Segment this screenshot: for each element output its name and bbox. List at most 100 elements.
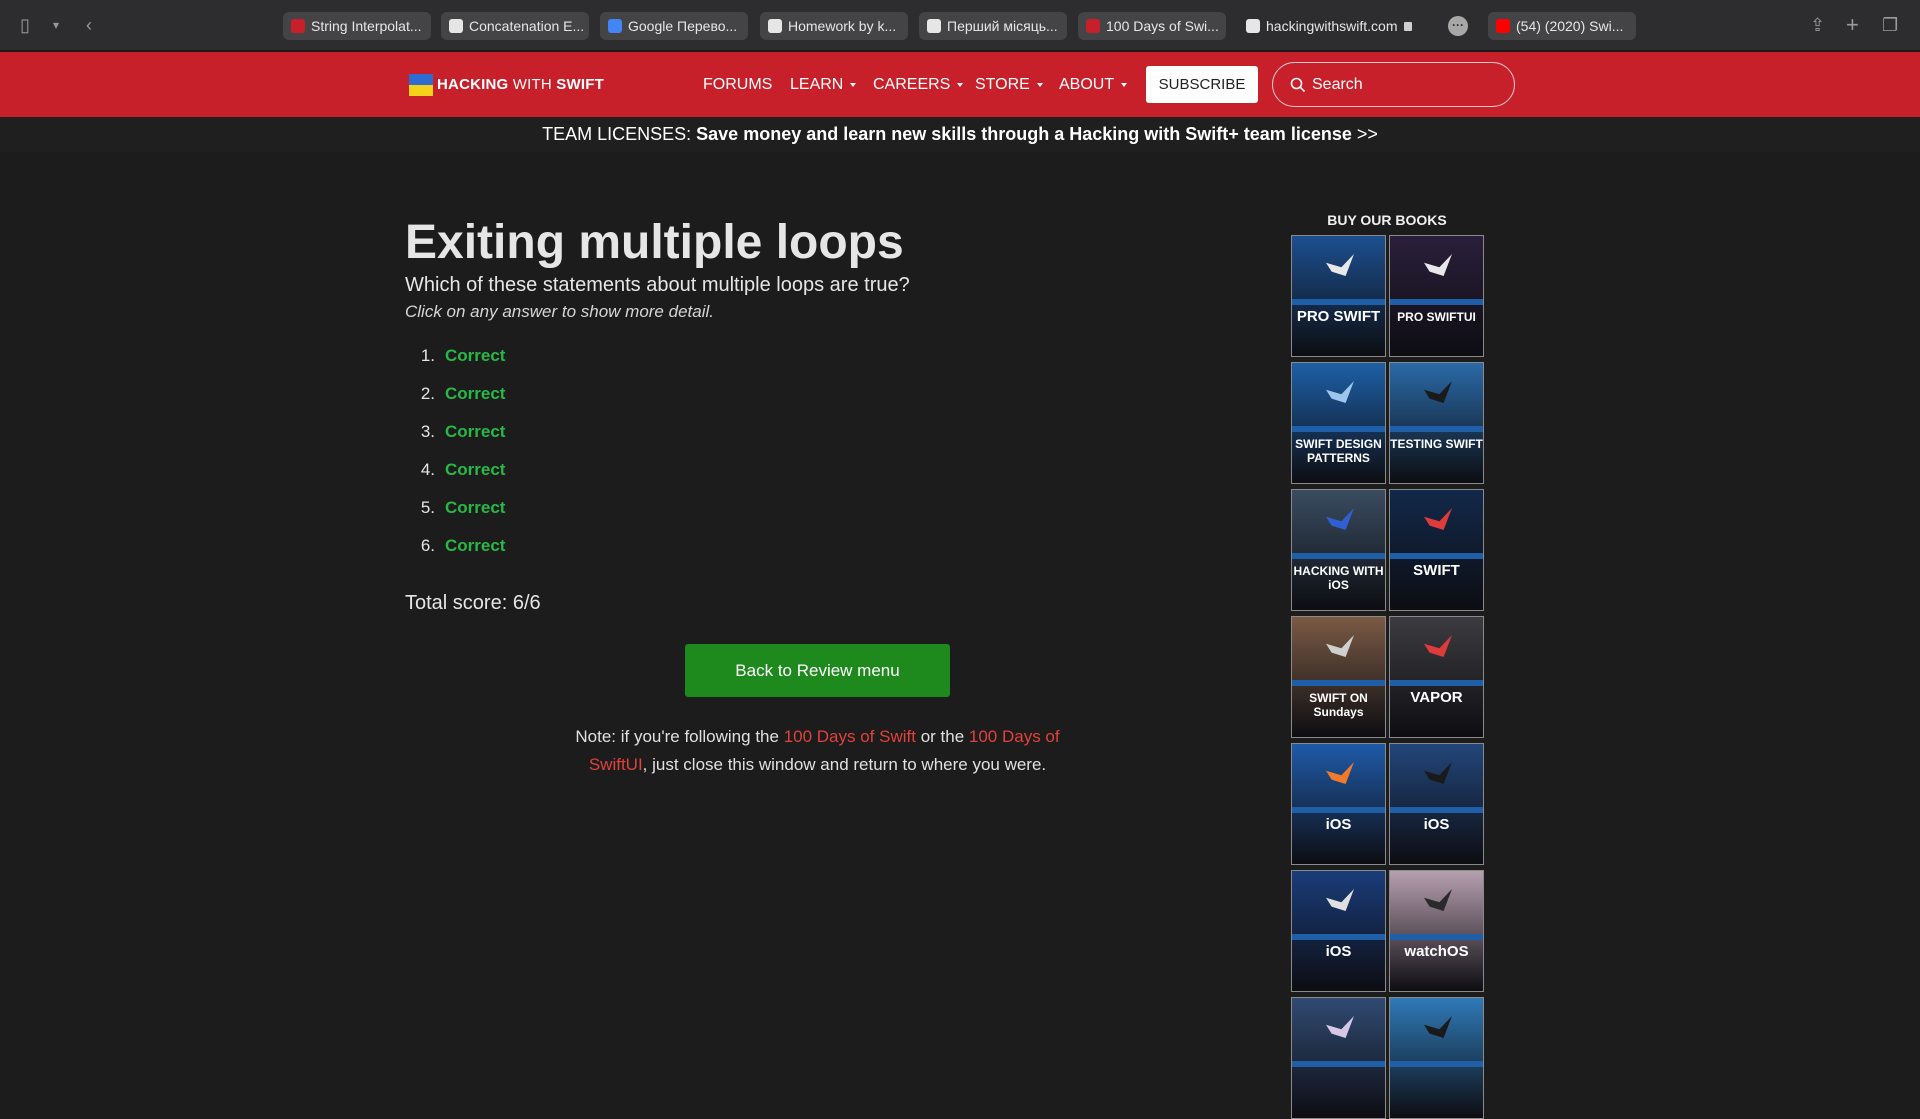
cover-strip	[1292, 553, 1385, 559]
answer-status[interactable]: Correct	[445, 536, 505, 555]
swift-bird-icon	[1326, 1016, 1354, 1038]
book-cover[interactable]: PRO SWIFT	[1291, 235, 1386, 357]
tab-label: Concatenation E...	[469, 18, 585, 34]
back-icon[interactable]: ‹	[86, 14, 92, 36]
site-logo[interactable]: HACKING WITH SWIFT	[409, 74, 604, 96]
book-cover[interactable]	[1389, 997, 1484, 1119]
nav-label: LEARN	[790, 76, 844, 93]
nav-forums[interactable]: FORUMS	[703, 74, 772, 96]
chevron-down-icon[interactable]: ▾	[53, 14, 59, 36]
answer-number: 4.	[420, 460, 435, 479]
tab-favicon-icon	[449, 19, 463, 33]
book-cover[interactable]	[1291, 997, 1386, 1119]
book-cover[interactable]: HACKING WITH iOS	[1291, 489, 1386, 611]
answer-status[interactable]: Correct	[445, 460, 505, 479]
book-title: VAPOR	[1410, 689, 1463, 706]
answer-item[interactable]: 5. Correct	[405, 495, 506, 533]
logo-word: HACKING	[437, 76, 509, 93]
answer-status[interactable]: Correct	[445, 422, 505, 441]
books-heading: BUY OUR BOOKS	[1327, 212, 1447, 228]
answer-status[interactable]: Correct	[445, 498, 505, 517]
book-cover[interactable]: iOS	[1389, 743, 1484, 865]
banner-prefix: TEAM LICENSES:	[542, 124, 697, 144]
swift-bird-icon	[1424, 381, 1452, 403]
tab-label: Перший місяць...	[947, 18, 1058, 34]
new-tab-icon[interactable]: +	[1846, 14, 1859, 36]
cover-strip	[1390, 299, 1483, 305]
answer-status[interactable]: Correct	[445, 346, 505, 365]
total-score: Total score: 6/6	[405, 592, 541, 614]
caret-down-icon	[850, 82, 857, 87]
browser-tab[interactable]: 100 Days of Swi...	[1078, 12, 1226, 40]
answer-number: 6.	[420, 536, 435, 555]
swift-bird-icon	[1424, 254, 1452, 276]
swift-bird-icon	[1424, 1016, 1452, 1038]
answer-item[interactable]: 2. Correct	[405, 381, 506, 419]
browser-tab[interactable]: Concatenation E...	[441, 12, 589, 40]
book-cover[interactable]: SWIFT ON Sundays	[1291, 616, 1386, 738]
book-cover[interactable]: watchOS	[1389, 870, 1484, 992]
more-icon[interactable]: ···	[1448, 16, 1468, 36]
cover-strip	[1390, 553, 1483, 559]
nav-learn[interactable]: LEARN	[790, 74, 857, 96]
cover-strip	[1390, 934, 1483, 940]
swift-bird-icon	[1424, 508, 1452, 530]
back-to-review-button[interactable]: Back to Review menu	[685, 644, 950, 697]
answer-item[interactable]: 1. Correct	[405, 343, 506, 381]
cover-strip	[1292, 807, 1385, 813]
nav-label: ABOUT	[1059, 76, 1115, 93]
caret-down-icon	[1121, 82, 1128, 87]
swift-bird-icon	[1326, 508, 1354, 530]
browser-tab-active[interactable]: hackingwithswift.com	[1238, 12, 1456, 40]
answer-item[interactable]: 4. Correct	[405, 457, 506, 495]
book-cover[interactable]: SWIFT	[1389, 489, 1484, 611]
tab-overview-icon[interactable]: ❐	[1882, 14, 1898, 36]
cover-strip	[1292, 680, 1385, 686]
tab-favicon-icon	[927, 19, 941, 33]
browser-tab[interactable]: (54) (2020) Swi...	[1488, 12, 1636, 40]
answer-list: 1. Correct 2. Correct 3. Correct 4. Correct …	[405, 343, 506, 571]
browser-tab[interactable]: String Interpolat...	[283, 12, 431, 40]
answer-status[interactable]: Correct	[445, 384, 505, 403]
tab-favicon-icon	[291, 19, 305, 33]
search-placeholder: Search	[1312, 76, 1363, 93]
cover-strip	[1390, 807, 1483, 813]
book-title: iOS	[1423, 816, 1450, 833]
nav-label: CAREERS	[873, 76, 951, 93]
answer-item[interactable]: 3. Correct	[405, 419, 506, 457]
share-icon[interactable]: ⇪	[1810, 14, 1825, 36]
browser-tab[interactable]: Перший місяць...	[919, 12, 1067, 40]
tab-favicon-icon	[1246, 19, 1260, 33]
nav-store[interactable]: STORE	[975, 74, 1043, 96]
nav-about[interactable]: ABOUT	[1059, 74, 1128, 96]
sidebar-toggle-icon[interactable]: ▯	[20, 14, 30, 36]
browser-tab[interactable]: Google Перево...	[600, 12, 748, 40]
quiz-hint: Click on any answer to show more detail.	[405, 302, 714, 321]
book-title: iOS	[1325, 943, 1352, 960]
nav-label: STORE	[975, 76, 1030, 93]
nav-careers[interactable]: CAREERS	[873, 74, 964, 96]
quiz-question: Which of these statements about multiple…	[405, 274, 910, 296]
book-cover[interactable]: iOS	[1291, 870, 1386, 992]
swift-bird-icon	[1424, 635, 1452, 657]
answer-item[interactable]: 6. Correct	[405, 533, 506, 571]
banner-suffix: >>	[1351, 124, 1378, 144]
subscribe-button[interactable]: SUBSCRIBE	[1146, 66, 1258, 103]
search-input[interactable]: Search	[1272, 62, 1515, 107]
answer-number: 1.	[420, 346, 435, 365]
book-cover[interactable]: SWIFT DESIGN PATTERNS	[1291, 362, 1386, 484]
100-days-swift-link[interactable]: 100 Days of Swift	[784, 727, 916, 746]
cover-strip	[1292, 426, 1385, 432]
book-title: HACKING WITH iOS	[1293, 564, 1384, 592]
book-cover[interactable]: iOS	[1291, 743, 1386, 865]
team-license-banner[interactable]: TEAM LICENSES: Save money and learn new …	[0, 117, 1920, 152]
book-cover[interactable]: TESTING SWIFT	[1389, 362, 1484, 484]
book-cover[interactable]: PRO SWIFTUI	[1389, 235, 1484, 357]
browser-tab[interactable]: Homework by k...	[760, 12, 908, 40]
swift-bird-icon	[1326, 254, 1354, 276]
tab-favicon-icon	[1086, 19, 1100, 33]
tab-favicon-icon	[768, 19, 782, 33]
book-cover[interactable]: VAPOR	[1389, 616, 1484, 738]
tab-label: Homework by k...	[788, 18, 897, 34]
site-navbar: HACKING WITH SWIFT FORUMS LEARN CAREERS …	[0, 52, 1920, 117]
